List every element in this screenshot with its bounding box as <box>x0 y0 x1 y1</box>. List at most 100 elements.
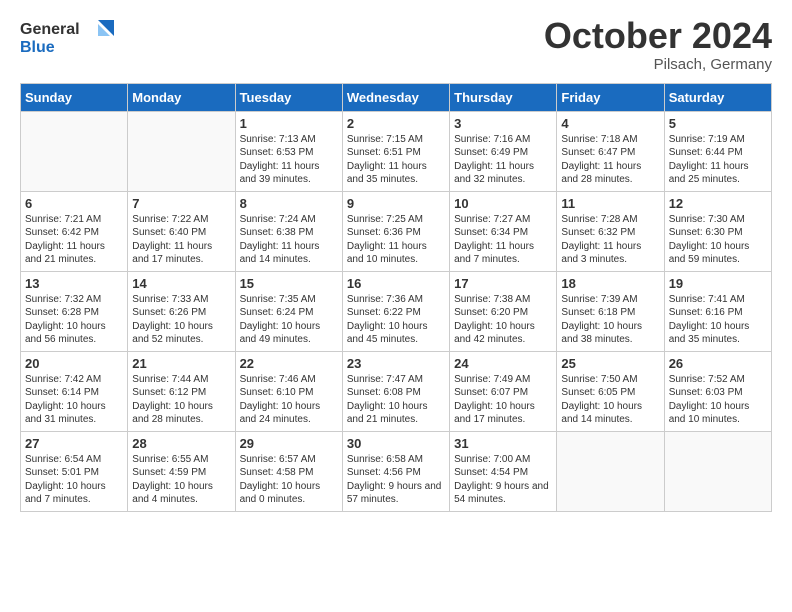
calendar-cell: 17 Sunrise: 7:38 AM Sunset: 6:20 PM Dayli… <box>450 271 557 351</box>
date-number: 23 <box>347 356 445 371</box>
svg-text:Blue: Blue <box>20 39 55 56</box>
date-number: 29 <box>240 436 338 451</box>
cell-info: Sunrise: 7:27 AM Sunset: 6:34 PM Dayligh… <box>454 213 552 267</box>
cell-info: Sunrise: 7:36 AM Sunset: 6:22 PM Dayligh… <box>347 293 445 347</box>
calendar-cell: 27 Sunrise: 6:54 AM Sunset: 5:01 PM Dayli… <box>21 431 128 511</box>
date-number: 8 <box>240 196 338 211</box>
calendar-cell: 15Sunrise: 7:35 AM Sunset: 6:24 PM Dayli… <box>235 271 342 351</box>
date-number: 4 <box>561 116 659 131</box>
calendar-cell <box>21 111 128 191</box>
calendar-container: General Blue October 2024 Pilsach, Germa… <box>0 0 792 528</box>
cell-info: Sunrise: 7:25 AM Sunset: 6:36 PM Dayligh… <box>347 213 445 267</box>
location: Pilsach, Germany <box>544 56 772 73</box>
date-number: 10 <box>454 196 552 211</box>
calendar-cell: 21 Sunrise: 7:44 AM Sunset: 6:12 PM Dayli… <box>128 351 235 431</box>
calendar-cell <box>557 431 664 511</box>
date-number: 3 <box>454 116 552 131</box>
logo: General Blue <box>20 16 120 65</box>
cell-info: Sunrise: 6:57 AM Sunset: 4:58 PM Dayligh… <box>240 453 338 507</box>
date-number: 25 <box>561 356 659 371</box>
calendar-cell: 18Sunrise: 7:39 AM Sunset: 6:18 PM Dayli… <box>557 271 664 351</box>
date-number: 12 <box>669 196 767 211</box>
cell-info: Sunrise: 7:13 AM Sunset: 6:53 PM Dayligh… <box>240 133 338 187</box>
cell-info: Sunrise: 7:24 AM Sunset: 6:38 PM Dayligh… <box>240 213 338 267</box>
day-header-friday: Friday <box>557 83 664 111</box>
cell-info: Sunrise: 7:00 AM Sunset: 4:54 PM Dayligh… <box>454 453 552 507</box>
date-number: 24 <box>454 356 552 371</box>
cell-info: Sunrise: 7:16 AM Sunset: 6:49 PM Dayligh… <box>454 133 552 187</box>
date-number: 26 <box>669 356 767 371</box>
date-number: 7 <box>132 196 230 211</box>
date-number: 31 <box>454 436 552 451</box>
calendar-cell: 5 Sunrise: 7:19 AM Sunset: 6:44 PM Daylig… <box>664 111 771 191</box>
cell-info: Sunrise: 7:38 AM Sunset: 6:20 PM Dayligh… <box>454 293 552 347</box>
day-header-saturday: Saturday <box>664 83 771 111</box>
calendar-cell: 9 Sunrise: 7:25 AM Sunset: 6:36 PM Daylig… <box>342 191 449 271</box>
date-number: 6 <box>25 196 123 211</box>
calendar-cell: 1Sunrise: 7:13 AM Sunset: 6:53 PM Daylig… <box>235 111 342 191</box>
calendar-cell: 24Sunrise: 7:49 AM Sunset: 6:07 PM Dayli… <box>450 351 557 431</box>
cell-info: Sunrise: 7:33 AM Sunset: 6:26 PM Dayligh… <box>132 293 230 347</box>
date-number: 20 <box>25 356 123 371</box>
date-number: 19 <box>669 276 767 291</box>
calendar-cell: 14 Sunrise: 7:33 AM Sunset: 6:26 PM Dayli… <box>128 271 235 351</box>
cell-info: Sunrise: 7:42 AM Sunset: 6:14 PM Dayligh… <box>25 373 123 427</box>
calendar-cell: 16 Sunrise: 7:36 AM Sunset: 6:22 PM Dayli… <box>342 271 449 351</box>
date-number: 28 <box>132 436 230 451</box>
week-row-5: 27 Sunrise: 6:54 AM Sunset: 5:01 PM Dayli… <box>21 431 772 511</box>
date-number: 11 <box>561 196 659 211</box>
calendar-cell: 6 Sunrise: 7:21 AM Sunset: 6:42 PM Daylig… <box>21 191 128 271</box>
day-header-wednesday: Wednesday <box>342 83 449 111</box>
calendar-cell: 29 Sunrise: 6:57 AM Sunset: 4:58 PM Dayli… <box>235 431 342 511</box>
calendar-cell: 2 Sunrise: 7:15 AM Sunset: 6:51 PM Daylig… <box>342 111 449 191</box>
week-row-1: 1Sunrise: 7:13 AM Sunset: 6:53 PM Daylig… <box>21 111 772 191</box>
calendar-cell: 23Sunrise: 7:47 AM Sunset: 6:08 PM Dayli… <box>342 351 449 431</box>
date-number: 5 <box>669 116 767 131</box>
svg-text:General: General <box>20 21 80 38</box>
date-number: 14 <box>132 276 230 291</box>
calendar-cell: 25 Sunrise: 7:50 AM Sunset: 6:05 PM Dayli… <box>557 351 664 431</box>
calendar-cell: 4 Sunrise: 7:18 AM Sunset: 6:47 PM Daylig… <box>557 111 664 191</box>
cell-info: Sunrise: 6:55 AM Sunset: 4:59 PM Dayligh… <box>132 453 230 507</box>
calendar-cell: 3 Sunrise: 7:16 AM Sunset: 6:49 PM Daylig… <box>450 111 557 191</box>
cell-info: Sunrise: 7:15 AM Sunset: 6:51 PM Dayligh… <box>347 133 445 187</box>
week-row-4: 20 Sunrise: 7:42 AM Sunset: 6:14 PM Dayli… <box>21 351 772 431</box>
cell-info: Sunrise: 7:50 AM Sunset: 6:05 PM Dayligh… <box>561 373 659 427</box>
calendar-cell: 8 Sunrise: 7:24 AM Sunset: 6:38 PM Daylig… <box>235 191 342 271</box>
cell-info: Sunrise: 7:44 AM Sunset: 6:12 PM Dayligh… <box>132 373 230 427</box>
cell-info: Sunrise: 6:58 AM Sunset: 4:56 PM Dayligh… <box>347 453 445 507</box>
date-number: 9 <box>347 196 445 211</box>
logo-text: General Blue <box>20 16 120 65</box>
calendar-cell: 10 Sunrise: 7:27 AM Sunset: 6:34 PM Dayli… <box>450 191 557 271</box>
calendar-cell: 22Sunrise: 7:46 AM Sunset: 6:10 PM Dayli… <box>235 351 342 431</box>
calendar-cell: 12 Sunrise: 7:30 AM Sunset: 6:30 PM Dayli… <box>664 191 771 271</box>
day-header-row: SundayMondayTuesdayWednesdayThursdayFrid… <box>21 83 772 111</box>
day-header-thursday: Thursday <box>450 83 557 111</box>
date-number: 18 <box>561 276 659 291</box>
cell-info: Sunrise: 7:52 AM Sunset: 6:03 PM Dayligh… <box>669 373 767 427</box>
date-number: 21 <box>132 356 230 371</box>
cell-info: Sunrise: 7:30 AM Sunset: 6:30 PM Dayligh… <box>669 213 767 267</box>
cell-info: Sunrise: 7:28 AM Sunset: 6:32 PM Dayligh… <box>561 213 659 267</box>
date-number: 17 <box>454 276 552 291</box>
day-header-sunday: Sunday <box>21 83 128 111</box>
date-number: 2 <box>347 116 445 131</box>
cell-info: Sunrise: 7:35 AM Sunset: 6:24 PM Dayligh… <box>240 293 338 347</box>
calendar-cell: 11 Sunrise: 7:28 AM Sunset: 6:32 PM Dayli… <box>557 191 664 271</box>
calendar-cell: 13 Sunrise: 7:32 AM Sunset: 6:28 PM Dayli… <box>21 271 128 351</box>
month-title: October 2024 <box>544 16 772 56</box>
title-block: October 2024 Pilsach, Germany <box>544 16 772 73</box>
cell-info: Sunrise: 7:32 AM Sunset: 6:28 PM Dayligh… <box>25 293 123 347</box>
date-number: 16 <box>347 276 445 291</box>
cell-info: Sunrise: 6:54 AM Sunset: 5:01 PM Dayligh… <box>25 453 123 507</box>
date-number: 13 <box>25 276 123 291</box>
day-header-tuesday: Tuesday <box>235 83 342 111</box>
cell-info: Sunrise: 7:21 AM Sunset: 6:42 PM Dayligh… <box>25 213 123 267</box>
cell-info: Sunrise: 7:19 AM Sunset: 6:44 PM Dayligh… <box>669 133 767 187</box>
calendar-cell: 28 Sunrise: 6:55 AM Sunset: 4:59 PM Dayli… <box>128 431 235 511</box>
date-number: 27 <box>25 436 123 451</box>
date-number: 30 <box>347 436 445 451</box>
cell-info: Sunrise: 7:22 AM Sunset: 6:40 PM Dayligh… <box>132 213 230 267</box>
cell-info: Sunrise: 7:18 AM Sunset: 6:47 PM Dayligh… <box>561 133 659 187</box>
cell-info: Sunrise: 7:41 AM Sunset: 6:16 PM Dayligh… <box>669 293 767 347</box>
